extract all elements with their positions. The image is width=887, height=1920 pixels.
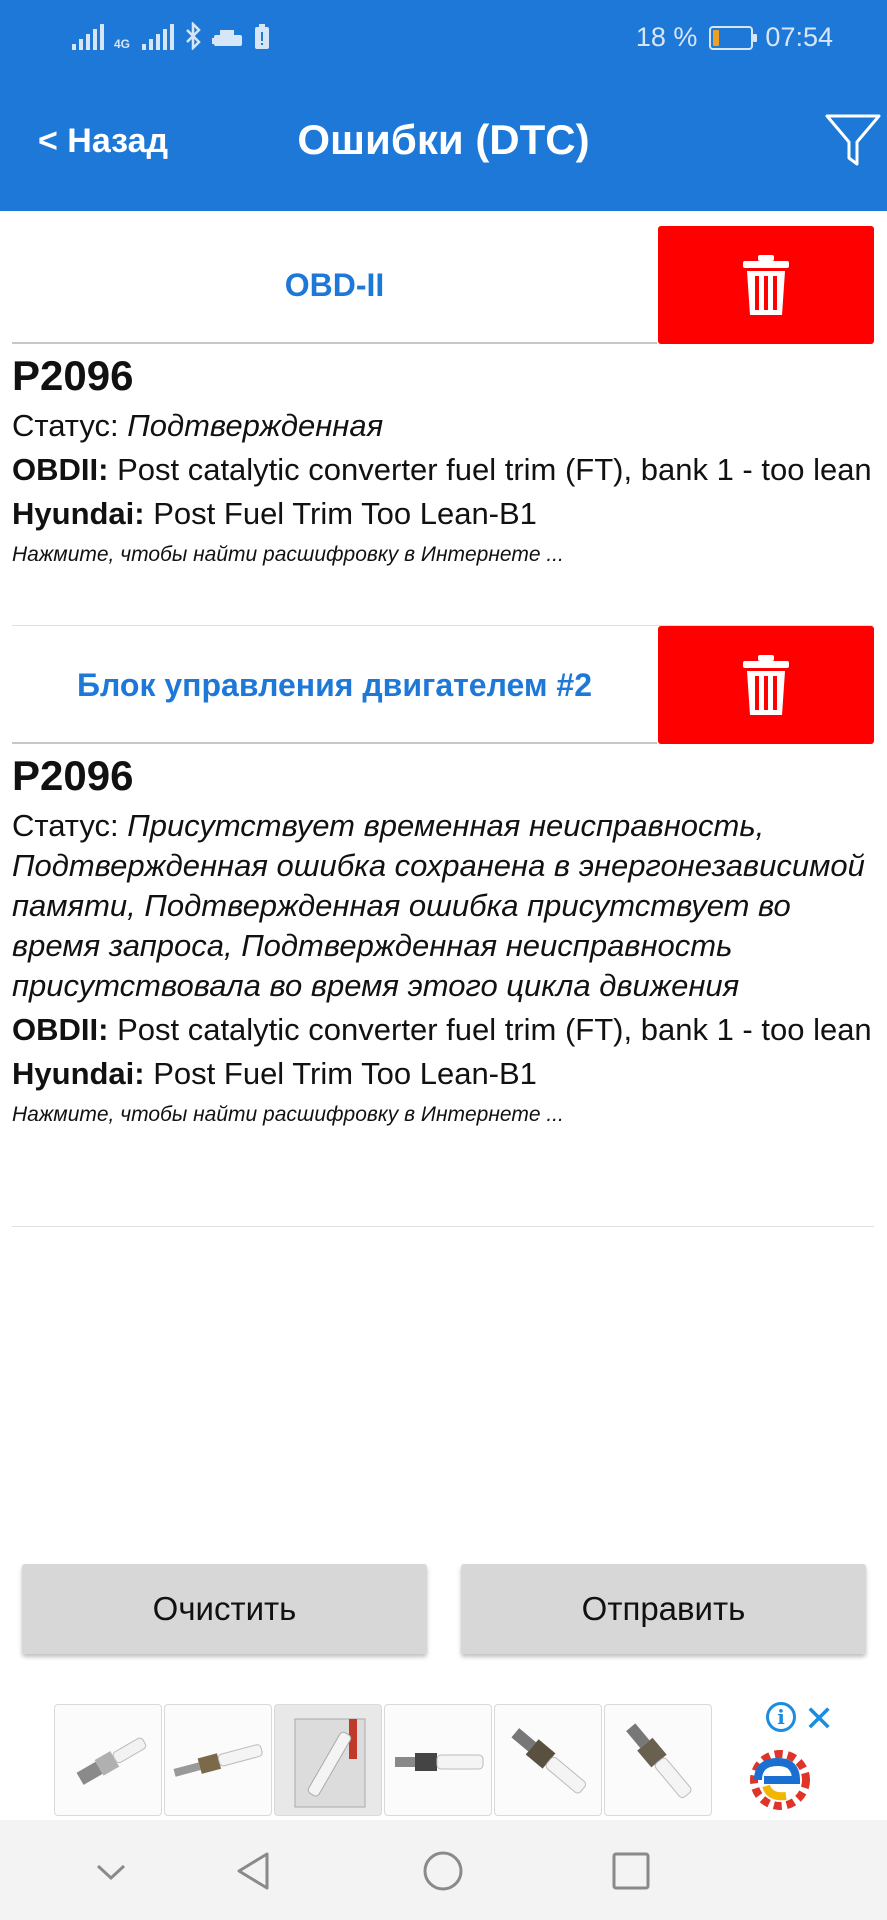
trash-icon (743, 255, 789, 315)
recents-square-icon[interactable] (606, 1846, 656, 1896)
delete-button[interactable] (658, 226, 874, 344)
nav-bar: < Назад Ошибки (DTC) (0, 90, 887, 200)
send-button[interactable]: Отправить (461, 1564, 866, 1654)
clock: 07:54 (765, 22, 833, 52)
sim-alert-icon (255, 24, 270, 49)
status-bar: 4G 18 % 07:54 (0, 0, 887, 76)
maker-text: Post Fuel Trim Too Lean-B1 (153, 1056, 537, 1091)
maker-label: Hyundai: (12, 1056, 145, 1091)
bluetooth-icon (186, 22, 201, 50)
dtc-code: P2096 (12, 352, 134, 399)
ecu-section-title: Блок управления двигателем #2 (76, 666, 593, 703)
filter-icon[interactable] (823, 110, 883, 170)
dtc-entry[interactable]: P2096 Статус: Подтвержденная OBDII: Post… (12, 350, 872, 570)
page-title: Ошибки (DTC) (297, 116, 590, 163)
dtc-status: Статус: Присутствует временная неисправн… (12, 806, 872, 1006)
status-value: Присутствует временная неисправность, По… (12, 808, 865, 1003)
spark-plug-image[interactable] (384, 1704, 492, 1816)
signal-icon (72, 24, 104, 50)
search-hint-link[interactable]: Нажмите, чтобы найти расшифровку в Интер… (12, 540, 872, 570)
app-header: 4G 18 % 07:54 < Назад Ошибки (DTC) (0, 0, 887, 211)
ad-thumbnails (54, 1704, 712, 1816)
advertiser-logo[interactable] (740, 1746, 816, 1810)
back-triangle-icon[interactable] (229, 1846, 279, 1896)
trash-icon (743, 655, 789, 715)
obd-label: OBDII: (12, 452, 109, 487)
obd-text: Post catalytic converter fuel trim (FT),… (117, 1012, 872, 1047)
ad-banner[interactable]: i ✕ (0, 1690, 887, 1820)
dtc-entry[interactable]: P2096 Статус: Присутствует временная неи… (12, 750, 872, 1130)
spark-plug-image[interactable] (274, 1704, 382, 1816)
battery-icon (709, 25, 758, 50)
divider (12, 342, 657, 344)
home-circle-icon[interactable] (418, 1846, 468, 1896)
spark-plug-image[interactable] (494, 1704, 602, 1816)
battery-percent: 18 % (635, 22, 698, 52)
spark-plug-image[interactable] (54, 1704, 162, 1816)
status-value: Подтвержденная (127, 408, 384, 443)
status-label: Статус: (12, 408, 119, 443)
obd-label: OBDII: (12, 1012, 109, 1047)
dtc-status: Статус: Подтвержденная (12, 406, 872, 446)
ad-info-icon[interactable]: i (766, 1702, 796, 1732)
obd-description: OBDII: Post catalytic converter fuel tri… (12, 1010, 872, 1050)
status-icons-left: 4G (72, 22, 270, 50)
system-nav-bar (0, 1820, 887, 1920)
obd-text: Post catalytic converter fuel trim (FT),… (117, 452, 872, 487)
status-icons-right: 18 % 07:54 (636, 22, 833, 53)
ad-close-icon[interactable]: ✕ (804, 1698, 834, 1740)
divider (12, 1226, 874, 1227)
spark-plug-image[interactable] (604, 1704, 712, 1816)
car-icon (212, 30, 243, 46)
network-type-label: 4G (114, 37, 131, 51)
spark-plug-image[interactable] (164, 1704, 272, 1816)
maker-description: Hyundai: Post Fuel Trim Too Lean-B1 (12, 494, 872, 534)
delete-button[interactable] (658, 626, 874, 744)
clear-button[interactable]: Очистить (22, 1564, 427, 1654)
ecu-section-header: Блок управления двигателем #2 (0, 626, 887, 744)
status-label: Статус: (12, 808, 119, 843)
obd-description: OBDII: Post catalytic converter fuel tri… (12, 450, 872, 490)
maker-label: Hyundai: (12, 496, 145, 531)
divider (12, 742, 657, 744)
chevron-down-icon[interactable] (86, 1846, 136, 1896)
maker-text: Post Fuel Trim Too Lean-B1 (153, 496, 537, 531)
ecu-section-header: OBD-II (0, 226, 887, 344)
dtc-code: P2096 (12, 752, 134, 799)
ecu-section-title: OBD-II (284, 266, 385, 303)
signal-icon (142, 24, 175, 50)
search-hint-link[interactable]: Нажмите, чтобы найти расшифровку в Интер… (12, 1100, 872, 1130)
maker-description: Hyundai: Post Fuel Trim Too Lean-B1 (12, 1054, 872, 1094)
